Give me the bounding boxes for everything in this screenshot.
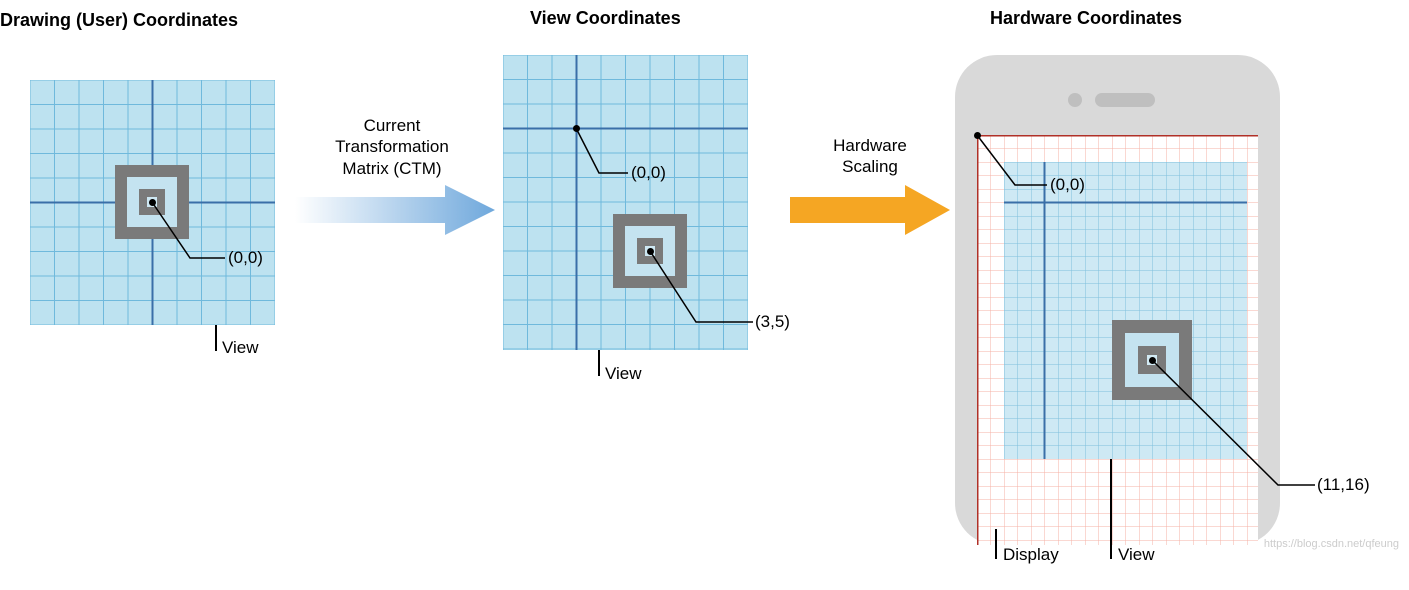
panel-user-coords: (0,0) View [30, 80, 275, 325]
label-view-point: (3,5) [755, 312, 790, 332]
arrow-ctm-label: Current Transformation Matrix (CTM) [312, 115, 472, 179]
tick-view [598, 350, 600, 376]
tick-hw-display [995, 529, 997, 559]
heading-user-coords: Drawing (User) Coordinates [0, 10, 238, 31]
tick-user-view [215, 325, 217, 351]
heading-view-coords: View Coordinates [530, 8, 681, 29]
panel-view-coords: (0,0) (3,5) View [503, 55, 748, 350]
label-view-origin: (0,0) [631, 163, 666, 183]
callout-user-origin [30, 80, 330, 360]
label-user-origin: (0,0) [228, 248, 263, 268]
arrow-hw-label: Hardware Scaling [810, 135, 930, 178]
tick-hw-view [1110, 459, 1112, 559]
arrow-ctm-icon [295, 185, 495, 235]
label-user-view: View [222, 338, 259, 358]
watermark-text: https://blog.csdn.net/qfeung [1264, 538, 1399, 550]
arrow-hw-icon [790, 185, 950, 235]
callouts-hw [955, 55, 1395, 575]
label-hw-point: (11,16) [1317, 475, 1370, 495]
label-hw-display: Display [1003, 545, 1059, 565]
label-hw-view: View [1118, 545, 1155, 565]
label-hw-origin: (0,0) [1050, 175, 1085, 195]
panel-hardware: (0,0) (11,16) Display View [955, 55, 1310, 545]
callouts-view [503, 55, 823, 395]
label-view-view: View [605, 364, 642, 384]
heading-hardware-coords: Hardware Coordinates [990, 8, 1182, 29]
